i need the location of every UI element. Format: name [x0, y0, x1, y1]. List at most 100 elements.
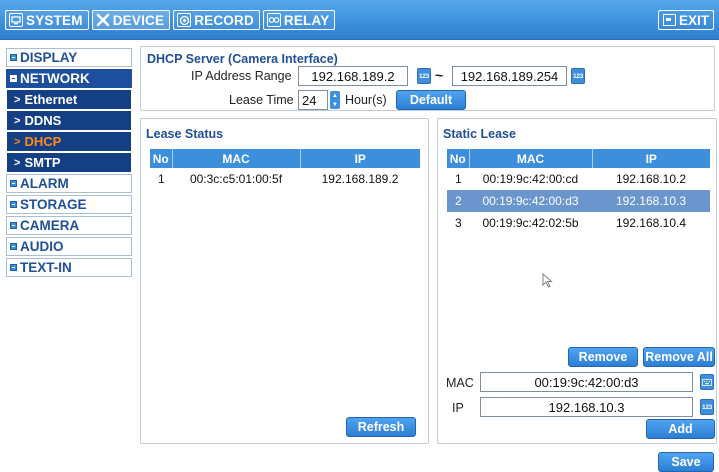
- table-row[interactable]: 1 00:19:9c:42:00:cd 192.168.10.2: [447, 168, 710, 190]
- tab-record[interactable]: RECORD: [173, 10, 260, 30]
- sidebar-item-label: DISPLAY: [20, 50, 78, 65]
- column-header: MAC: [172, 149, 301, 168]
- keyboard-button[interactable]: 123: [571, 68, 585, 84]
- sidebar-item-label: NETWORK: [20, 71, 90, 86]
- ip-range-label: IP Address Range: [191, 69, 292, 83]
- sidebar-subitem-smtp[interactable]: > SMTP: [7, 153, 131, 172]
- table-row-selected[interactable]: 2 00:19:9c:42:00:d3 192.168.10.3: [447, 190, 710, 212]
- exit-button[interactable]: EXIT: [658, 10, 714, 30]
- column-header: MAC: [469, 149, 593, 168]
- sidebar-item-network[interactable]: NETWORK: [6, 69, 132, 88]
- row-mac: 00:19:9c:42:02:5b: [482, 216, 579, 230]
- static-lease-table: No MAC IP 1 00:19:9c:42:00:cd 192.168.10…: [447, 149, 710, 234]
- lease-status-table: No MAC IP 1 00:3c:c5:01:00:5f 192.168.18…: [150, 149, 420, 190]
- add-button[interactable]: Add: [646, 419, 715, 439]
- ip-range-end-field[interactable]: 192.168.189.254: [452, 66, 567, 86]
- row-mac: 00:19:9c:42:00:d3: [469, 190, 592, 212]
- lease-status-title: Lease Status: [146, 127, 224, 141]
- static-lease-title: Static Lease: [443, 127, 516, 141]
- lease-time-label: Lease Time: [229, 93, 294, 107]
- sidebar-item-audio[interactable]: AUDIO: [6, 237, 132, 256]
- lease-time-spinner[interactable]: ▲ ▼: [330, 91, 340, 109]
- mouse-cursor-icon: [542, 273, 554, 293]
- chevron-down-icon[interactable]: ▼: [332, 102, 338, 108]
- chevron-right-icon: >: [14, 114, 21, 127]
- row-no: 3: [455, 216, 462, 230]
- tab-device-label: DEVICE: [112, 12, 165, 28]
- row-mac: 00:19:9c:42:00:cd: [482, 172, 579, 186]
- sidebar-item-label: ALARM: [20, 176, 69, 191]
- sidebar-item-storage[interactable]: STORAGE: [6, 195, 132, 214]
- sidebar-item-label: STORAGE: [20, 197, 87, 212]
- lease-unit-label: Hour(s): [345, 93, 387, 107]
- tab-relay[interactable]: RELAY: [262, 10, 336, 30]
- dhcp-server-section: DHCP Server (Camera Interface) IP Addres…: [140, 46, 715, 111]
- table-row[interactable]: 3 00:19:9c:42:02:5b 192.168.10.4: [447, 212, 710, 234]
- dhcp-server-title: DHCP Server (Camera Interface): [147, 52, 338, 66]
- sidebar-subitem-label: Ethernet: [24, 92, 78, 107]
- mac-label: MAC: [446, 376, 474, 390]
- sidebar-item-display[interactable]: DISPLAY: [6, 48, 132, 67]
- tools-icon: [96, 13, 110, 27]
- remove-button[interactable]: Remove: [568, 347, 638, 367]
- collapsed-icon: [10, 243, 17, 250]
- column-header: IP: [592, 149, 710, 168]
- row-mac: 00:3c:c5:01:00:5f: [189, 172, 283, 186]
- column-header: No: [447, 149, 470, 168]
- lease-status-panel: Lease Status No MAC IP 1 00:3c:c5:01:00:…: [140, 118, 429, 444]
- tab-system[interactable]: SYSTEM: [5, 10, 89, 30]
- chevron-right-icon: >: [14, 135, 21, 148]
- table-header-row: No MAC IP: [447, 149, 710, 168]
- exit-label: EXIT: [678, 12, 709, 28]
- row-ip: 192.168.10.4: [615, 216, 687, 230]
- tab-device[interactable]: DEVICE: [91, 10, 171, 30]
- ip-label: IP: [452, 401, 464, 415]
- row-no: 1: [158, 172, 165, 186]
- top-menu-bar: SYSTEM DEVICE RECORD RELAY EXIT: [0, 0, 719, 40]
- sidebar-item-label: AUDIO: [20, 239, 64, 254]
- row-ip: 192.168.10.2: [615, 172, 687, 186]
- chevron-up-icon[interactable]: ▲: [332, 93, 338, 99]
- tab-system-label: SYSTEM: [26, 12, 83, 28]
- default-button[interactable]: Default: [396, 90, 466, 110]
- collapsed-icon: [10, 264, 17, 271]
- tab-record-label: RECORD: [194, 12, 254, 28]
- table-row[interactable]: 1 00:3c:c5:01:00:5f 192.168.189.2: [150, 168, 420, 190]
- sidebar-subitem-dhcp[interactable]: > DHCP: [7, 132, 131, 151]
- sidebar-item-camera[interactable]: CAMERA: [6, 216, 132, 235]
- keyboard-button[interactable]: 123: [700, 399, 714, 415]
- chevron-right-icon: >: [14, 156, 21, 169]
- row-no: 1: [455, 172, 462, 186]
- sidebar-subitem-label: DDNS: [24, 113, 62, 128]
- mac-input[interactable]: 00:19:9c:42:00:d3: [480, 372, 693, 392]
- relay-icon: [266, 13, 281, 27]
- keyboard-button[interactable]: 123: [417, 68, 431, 84]
- sidebar-subitem-label: SMTP: [24, 155, 61, 170]
- column-header: IP: [300, 149, 420, 168]
- keyboard-icon[interactable]: [700, 374, 714, 390]
- save-button[interactable]: Save: [658, 452, 714, 472]
- sidebar-item-label: TEXT-IN: [20, 260, 72, 275]
- lease-time-field[interactable]: 24: [298, 90, 328, 110]
- range-separator: ~: [435, 67, 444, 83]
- table-header-row: No MAC IP: [150, 149, 420, 168]
- remove-all-button[interactable]: Remove All: [643, 347, 715, 367]
- ip-input[interactable]: 192.168.10.3: [480, 397, 693, 417]
- sidebar-subitem-label: DHCP: [24, 134, 62, 149]
- collapsed-icon: [10, 222, 17, 229]
- collapsed-icon: [10, 180, 17, 187]
- tab-relay-label: RELAY: [283, 12, 330, 28]
- row-ip: 192.168.10.3: [592, 190, 710, 212]
- expanded-icon: [10, 75, 17, 82]
- sidebar-item-text-in[interactable]: TEXT-IN: [6, 258, 132, 277]
- row-no: 2: [447, 190, 469, 212]
- sidebar-item-alarm[interactable]: ALARM: [6, 174, 132, 193]
- sidebar-item-label: CAMERA: [20, 218, 80, 233]
- sidebar-subitem-ddns[interactable]: > DDNS: [7, 111, 131, 130]
- refresh-button[interactable]: Refresh: [346, 417, 416, 437]
- record-icon: [177, 13, 192, 27]
- chevron-right-icon: >: [14, 93, 21, 106]
- ip-range-start-field[interactable]: 192.168.189.2: [298, 66, 408, 86]
- exit-icon: [662, 14, 676, 26]
- sidebar-subitem-ethernet[interactable]: > Ethernet: [7, 90, 131, 109]
